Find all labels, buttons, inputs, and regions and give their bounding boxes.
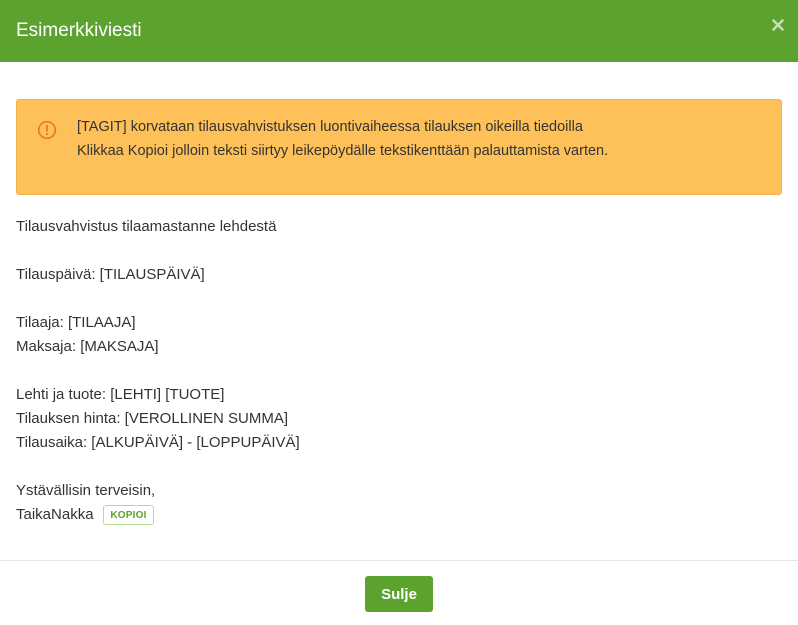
close-icon bbox=[772, 18, 784, 36]
message-payer: Maksaja: [MAKSAJA] bbox=[16, 338, 159, 355]
message-greeting: Ystävällisin terveisin, bbox=[16, 482, 156, 499]
copy-button[interactable]: KOPIOI bbox=[103, 505, 154, 525]
alert-text-line-1: [TAGIT] korvataan tilausvahvistuksen luo… bbox=[77, 119, 583, 135]
modal-title: Esimerkkiviesti bbox=[16, 20, 142, 41]
example-message-modal: Esimerkkiviesti [TAGIT] korvataan tilaus… bbox=[0, 0, 798, 625]
message-subscriber: Tilaaja: [TILAAJA] bbox=[16, 314, 136, 331]
modal-header: Esimerkkiviesti bbox=[0, 0, 798, 62]
message-order-date: Tilauspäivä: [TILAUSPÄIVÄ] bbox=[16, 266, 205, 283]
alert-text-line-2: Klikkaa Kopioi jolloin teksti siirtyy le… bbox=[77, 143, 609, 159]
message-product: Lehti ja tuote: [LEHTI] [TUOTE] bbox=[16, 386, 225, 403]
message-price: Tilauksen hinta: [VEROLLINEN SUMMA] bbox=[16, 410, 289, 427]
info-alert: [TAGIT] korvataan tilausvahvistuksen luo… bbox=[16, 99, 782, 195]
footer-divider bbox=[0, 560, 798, 561]
close-button[interactable] bbox=[770, 17, 786, 37]
sulje-button[interactable]: Sulje bbox=[365, 576, 433, 612]
message-signature: TaikaNakka bbox=[16, 506, 94, 523]
info-circle-icon bbox=[37, 120, 57, 140]
message-heading: Tilausvahvistus tilaamastanne lehdestä bbox=[16, 218, 277, 235]
message-period: Tilausaika: [ALKUPÄIVÄ] - [LOPPUPÄIVÄ] bbox=[16, 434, 300, 451]
